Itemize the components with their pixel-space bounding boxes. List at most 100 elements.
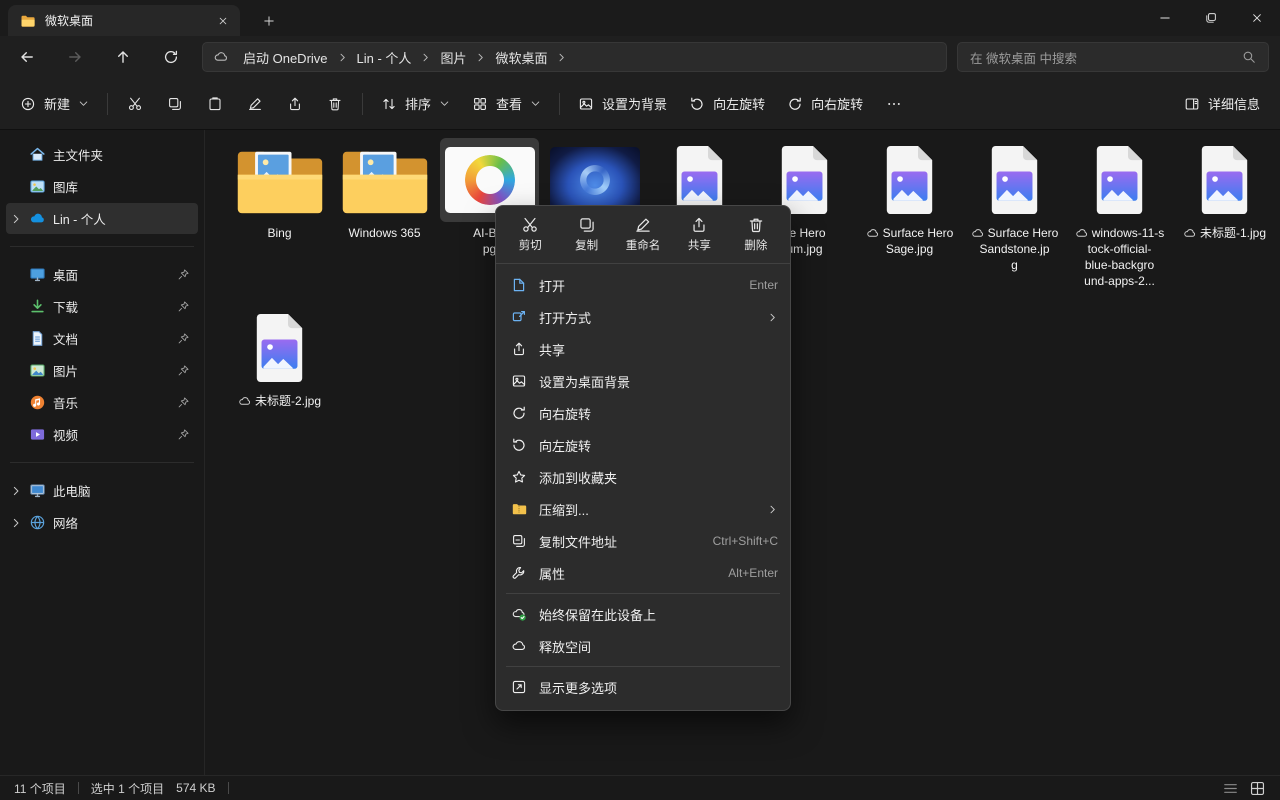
gallery-icon [29,178,46,195]
rotate-left-button[interactable]: 向左旋转 [679,86,775,122]
sidebar-item-label: 网络 [53,513,190,532]
sidebar-item-desktop[interactable]: 桌面 [6,259,198,290]
sidebar-item-music[interactable]: 音乐 [6,387,198,418]
sidebar-item-downloads[interactable]: 下载 [6,291,198,322]
desktop-icon [29,266,46,283]
rename-button[interactable] [236,86,274,122]
menu-item-label: 始终保留在此设备上 [539,605,656,624]
context-menu-item-properties[interactable]: 属性Alt+Enter [496,557,790,589]
file-thumbnail [230,138,329,222]
context-menu-item-open-with[interactable]: 打开方式 [496,301,790,333]
share-button[interactable] [276,86,314,122]
titlebar: 微软桌面 [0,0,1280,36]
up-button[interactable] [106,40,140,74]
sidebar-item-label: 图片 [53,361,170,380]
details-pane-button[interactable]: 详细信息 [1174,86,1270,122]
search-input[interactable]: 在 微软桌面 中搜索 [957,42,1269,72]
sort-button[interactable]: 排序 [371,86,460,122]
chevron-down-icon [439,98,450,109]
context-menu-item-always-keep-on-device[interactable]: 始终保留在此设备上 [496,598,790,630]
sidebar-item-gallery[interactable]: 图库 [6,171,198,202]
file-item[interactable]: Windows 365 [332,138,437,241]
breadcrumb-item[interactable]: Lin - 个人 [351,45,418,70]
selection-size: 574 KB [176,781,215,795]
status-bar: 11 个项目 选中 1 个项目 574 KB [0,775,1280,800]
forward-button[interactable] [58,40,92,74]
copy-button[interactable] [156,86,194,122]
sidebar-item-label: 下载 [53,297,170,316]
file-item[interactable]: Surface HeroSage.jpg [857,138,962,257]
chevron-right-icon[interactable] [556,52,567,63]
context-menu-quick-actions: 剪切复制重命名共享删除 [496,206,790,264]
new-button[interactable]: 新建 [10,86,99,122]
sidebar-item-this-pc[interactable]: 此电脑 [6,475,198,506]
chevron-right-icon[interactable] [337,52,348,63]
view-toggles [1222,780,1266,797]
sidebar-item-videos[interactable]: 视频 [6,419,198,450]
menu-item-shortcut: Ctrl+Shift+C [713,534,778,548]
context-menu-item-share[interactable]: 共享 [496,333,790,365]
context-menu-item-set-desktop-background[interactable]: 设置为桌面背景 [496,365,790,397]
file-item[interactable]: Surface HeroSandstone.jpg [962,138,1067,273]
sidebar-item-onedrive[interactable]: Lin - 个人 [6,203,198,234]
tab-close-button[interactable] [212,10,234,32]
back-icon [19,49,35,65]
chevron-right-icon[interactable] [420,52,431,63]
chevron-right-icon[interactable] [10,517,22,529]
delete-icon [327,96,343,112]
new-tab-button[interactable] [256,9,282,32]
context-menu-item-compress-to[interactable]: 压缩到... [496,493,790,525]
up-icon [115,49,131,65]
pin-icon [177,332,190,345]
cut-button[interactable] [116,86,154,122]
copy-quick-button[interactable]: 复制 [558,213,614,256]
paste-button[interactable] [196,86,234,122]
context-menu-item-rotate-left[interactable]: 向左旋转 [496,429,790,461]
context-menu-item-add-to-favorites[interactable]: 添加到收藏夹 [496,461,790,493]
network-icon [29,514,46,531]
paste-icon [207,96,223,112]
breadcrumb-item[interactable]: 微软桌面 [489,45,553,70]
refresh-button[interactable] [154,40,188,74]
maximize-button[interactable] [1188,0,1234,36]
context-menu-item-copy-file-path[interactable]: 复制文件地址Ctrl+Shift+C [496,525,790,557]
view-button[interactable]: 查看 [462,86,551,122]
rotate-right-button[interactable]: 向右旋转 [777,86,873,122]
delete-quick-button[interactable]: 删除 [728,213,784,256]
chevron-right-icon[interactable] [475,52,486,63]
share-icon [287,96,303,112]
breadcrumb-item[interactable]: 启动 OneDrive [237,45,334,70]
set-background-button[interactable]: 设置为背景 [568,86,677,122]
chevron-right-icon[interactable] [10,213,22,225]
close-button[interactable] [1234,0,1280,36]
explorer-tab[interactable]: 微软桌面 [8,5,240,36]
list-view-icon[interactable] [1222,780,1239,797]
cloud-check-icon [511,606,527,622]
file-item[interactable]: 未标题-1.jpg [1172,138,1277,241]
sidebar-spacer [10,429,22,441]
sidebar-item-pictures[interactable]: 图片 [6,355,198,386]
rename-quick-button[interactable]: 重命名 [615,213,671,256]
breadcrumb-item[interactable]: 图片 [434,45,472,70]
large-icons-view-icon[interactable] [1249,780,1266,797]
pc-icon [29,482,46,499]
share-quick-button[interactable]: 共享 [671,213,727,256]
file-item[interactable]: 未标题-2.jpg [227,306,332,409]
cut-quick-button[interactable]: 剪切 [502,213,558,256]
file-item[interactable]: Bing [227,138,332,241]
chevron-right-icon[interactable] [10,485,22,497]
minimize-button[interactable] [1142,0,1188,36]
delete-button[interactable] [316,86,354,122]
sidebar-item-documents[interactable]: 文档 [6,323,198,354]
context-menu-item-show-more-options[interactable]: 显示更多选项 [496,671,790,703]
sidebar-item-network[interactable]: 网络 [6,507,198,538]
context-menu-item-free-up-space[interactable]: 释放空间 [496,630,790,662]
sidebar-item-home[interactable]: 主文件夹 [6,139,198,170]
context-menu-item-open[interactable]: 打开Enter [496,269,790,301]
view-label: 查看 [496,94,522,113]
file-item[interactable]: windows-11-stock-official-blue-backgroun… [1067,138,1172,289]
breadcrumb[interactable]: 启动 OneDrive Lin - 个人图片微软桌面 [202,42,947,72]
context-menu-item-rotate-right[interactable]: 向右旋转 [496,397,790,429]
back-button[interactable] [10,40,44,74]
more-options-button[interactable] [875,86,913,122]
